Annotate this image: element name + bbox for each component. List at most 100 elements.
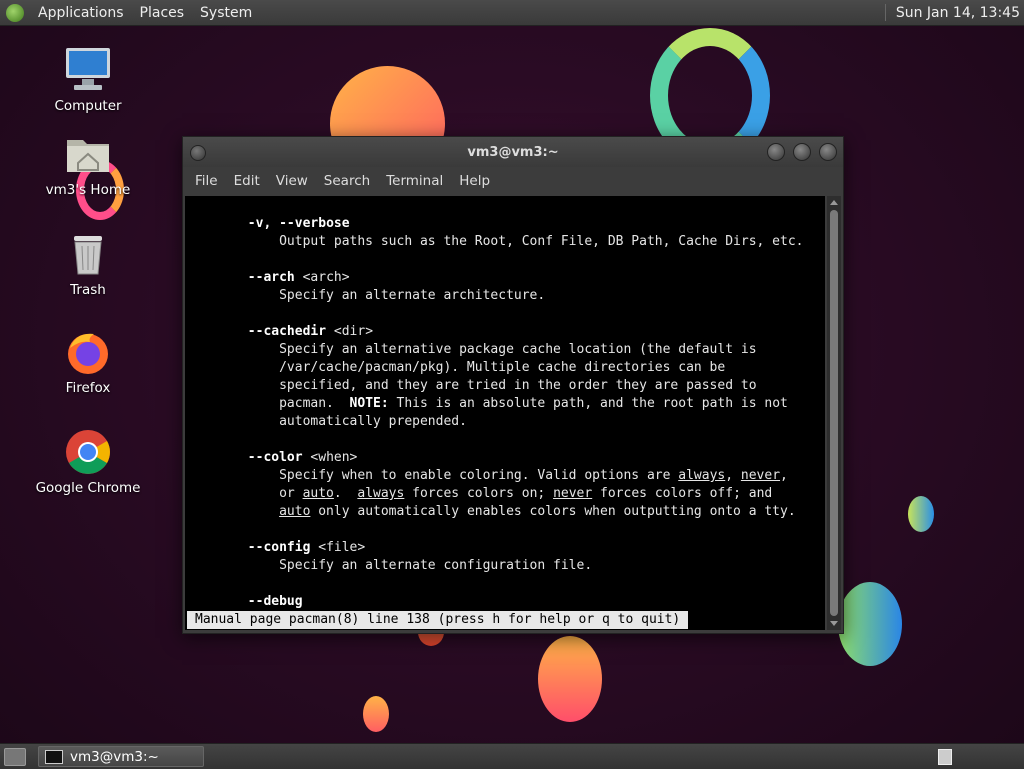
terminal-text-segment: Specify an alternative package cache loc…	[193, 342, 757, 357]
chrome-icon	[64, 428, 112, 476]
menu-applications[interactable]: Applications	[30, 5, 132, 21]
desktop-icon-label: Computer	[54, 98, 122, 114]
workspace-switcher[interactable]	[938, 748, 952, 765]
computer-icon	[64, 46, 112, 94]
menu-places[interactable]: Places	[132, 5, 193, 21]
taskbar-button-label: vm3@vm3:~	[70, 748, 159, 765]
terminal-line: --arch <arch>	[193, 269, 350, 287]
terminal-text-segment: --arch	[247, 270, 295, 285]
scroll-down-arrow-icon[interactable]	[830, 621, 838, 626]
wallpaper-orange-blob-3	[363, 696, 389, 732]
wallpaper-orange-blob-2	[538, 636, 602, 722]
terminal-menubar: File Edit View Search Terminal Help	[183, 167, 843, 195]
desktop-icon-label: Firefox	[65, 380, 111, 396]
terminal-text-segment: <file>	[310, 540, 366, 555]
menu-search[interactable]: Search	[316, 173, 378, 189]
terminal-text-segment: only automatically enables colors when o…	[310, 504, 796, 519]
desktop-icon-home[interactable]: vm3's Home	[28, 130, 148, 198]
terminal-text-segment: --cachedir	[247, 324, 327, 339]
terminal-text-segment: Specify when to enable coloring. Valid o…	[193, 468, 679, 483]
terminal-text-segment: specified, and they are tried in the ord…	[193, 378, 757, 393]
terminal-line: --config <file>	[193, 539, 365, 557]
terminal-text-segment: automatically prepended.	[193, 414, 467, 429]
menu-help[interactable]: Help	[451, 173, 498, 189]
terminal-text-segment: This is an absolute path, and the root p…	[388, 396, 788, 411]
window-controls	[767, 143, 837, 161]
terminal-text-segment: forces colors off; and	[592, 486, 773, 501]
panel-separator	[884, 4, 886, 21]
terminal-text-segment: NOTE:	[349, 396, 389, 411]
terminal-text-segment: --config	[247, 540, 311, 555]
window-title: vm3@vm3:~	[467, 144, 559, 160]
scroll-up-arrow-icon[interactable]	[830, 200, 838, 205]
terminal-line: -v, --verbose	[193, 215, 350, 233]
terminal-line: Specify when to enable coloring. Valid o…	[193, 467, 788, 485]
scrollbar-thumb[interactable]	[830, 210, 838, 616]
home-folder-icon	[64, 130, 112, 178]
terminal-scrollbar[interactable]	[827, 196, 841, 630]
terminal-text-segment: .	[333, 486, 358, 501]
terminal-line: Specify an alternate configuration file.	[193, 557, 592, 575]
terminal-text-segment: Output paths such as the Root, Conf File…	[193, 234, 804, 249]
desktop-icon-trash[interactable]: Trash	[28, 230, 148, 298]
terminal-text-segment: ,	[780, 468, 788, 483]
terminal-text-segment: /var/cache/pacman/pkg). Multiple cache d…	[193, 360, 726, 375]
desktop-icon-computer[interactable]: Computer	[28, 46, 148, 114]
terminal-text-segment: or	[193, 486, 303, 501]
terminal-line: pacman. NOTE: This is an absolute path, …	[193, 395, 788, 413]
terminal-text-segment: auto	[279, 504, 311, 519]
menu-system[interactable]: System	[192, 5, 260, 21]
clock-area: Sun Jan 14, 13:45	[884, 4, 1024, 21]
menu-view[interactable]: View	[268, 173, 316, 189]
minimize-button[interactable]	[767, 143, 785, 161]
terminal-text-segment: always	[357, 486, 405, 501]
desktop-icon-label: Google Chrome	[35, 480, 141, 496]
distro-logo-icon[interactable]	[6, 3, 24, 22]
terminal-text-segment: forces colors on;	[404, 486, 554, 501]
taskbar-button-terminal[interactable]: vm3@vm3:~	[38, 746, 204, 767]
desktop-icon-label: Trash	[70, 282, 106, 298]
desktop-icon-label: vm3's Home	[45, 182, 131, 198]
terminal-line: --cachedir <dir>	[193, 323, 373, 341]
desktop-icon-chrome[interactable]: Google Chrome	[28, 428, 148, 496]
terminal-line: Output paths such as the Root, Conf File…	[193, 233, 803, 251]
terminal-line: --color <when>	[193, 449, 358, 467]
terminal-line: --debug	[193, 593, 303, 611]
show-desktop-icon[interactable]	[4, 747, 26, 766]
terminal-window[interactable]: vm3@vm3:~ File Edit View Search Terminal…	[182, 136, 844, 634]
terminal-output[interactable]: -v, --verbose Output paths such as the R…	[185, 196, 825, 630]
terminal-line: auto only automatically enables colors w…	[193, 503, 796, 521]
bottom-panel: vm3@vm3:~	[0, 743, 1024, 769]
close-button[interactable]	[819, 143, 837, 161]
terminal-text-segment: never	[553, 486, 593, 501]
terminal-text-segment: never	[740, 468, 781, 483]
desktop-icon-firefox[interactable]: Firefox	[28, 328, 148, 396]
clock[interactable]: Sun Jan 14, 13:45	[896, 5, 1020, 21]
window-menu-icon[interactable]	[190, 145, 206, 161]
terminal-text-segment: always	[678, 468, 726, 483]
terminal-titlebar[interactable]: vm3@vm3:~	[183, 137, 843, 167]
maximize-button[interactable]	[793, 143, 811, 161]
trash-icon	[64, 230, 112, 278]
menu-terminal[interactable]: Terminal	[378, 173, 451, 189]
terminal-line: or auto. always forces colors on; never …	[193, 485, 772, 503]
terminal-line: automatically prepended.	[193, 413, 467, 431]
wallpaper-green-blob	[838, 582, 902, 666]
terminal-text-segment: -v, --verbose	[247, 216, 350, 231]
terminal-text-segment: <dir>	[326, 324, 374, 339]
terminal-text-segment: Specify an alternate configuration file.	[193, 558, 593, 573]
menu-edit[interactable]: Edit	[226, 173, 268, 189]
terminal-line: Specify an alternate architecture.	[193, 287, 545, 305]
top-panel: Applications Places System Sun Jan 14, 1…	[0, 0, 1024, 26]
terminal-line: specified, and they are tried in the ord…	[193, 377, 757, 395]
menu-file[interactable]: File	[187, 173, 226, 189]
terminal-line: /var/cache/pacman/pkg). Multiple cache d…	[193, 359, 725, 377]
terminal-text-segment: pacman.	[193, 396, 350, 411]
